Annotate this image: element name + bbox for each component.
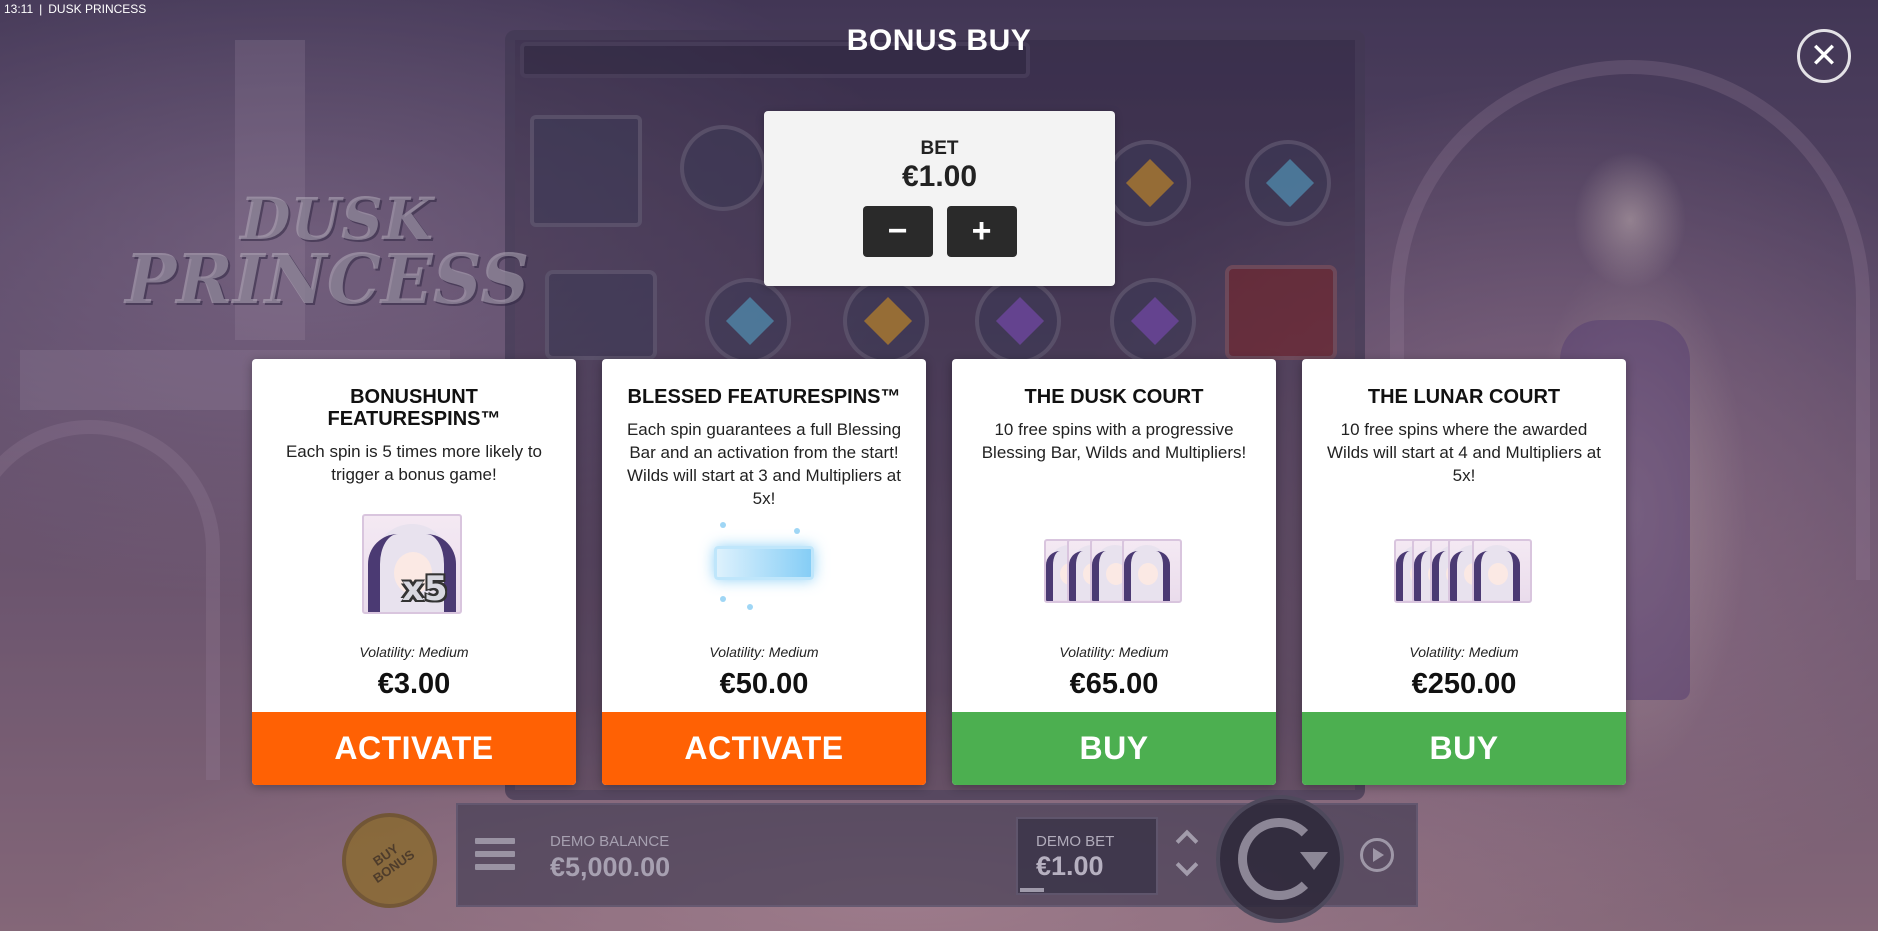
chevron-down-icon[interactable]: [1175, 853, 1199, 877]
dusk-court-artwork: [952, 514, 1276, 624]
buy-bonus-button[interactable]: BUY BONUS: [342, 813, 437, 908]
offer-description: Each spin guarantees a full Blessing Bar…: [626, 420, 902, 508]
princess-portrait-icon: [1122, 539, 1182, 603]
lunar-court-artwork: [1302, 514, 1626, 624]
bet-panel: BET €1.00 − +: [764, 111, 1115, 286]
offer-description: 10 free spins where the awarded Wilds wi…: [1327, 420, 1601, 485]
offer-title: THE LUNAR COURT: [1367, 386, 1561, 408]
bonushunt-artwork: x5: [252, 514, 576, 624]
offer-volatility: Volatility: Medium: [709, 644, 819, 660]
princess-portrait-icon: [1472, 539, 1532, 603]
demo-bet-value: €1.00: [1036, 851, 1104, 881]
clock-time: 13:11: [4, 2, 34, 16]
demo-bet-label: DEMO BET: [1036, 833, 1115, 850]
offer-price: €50.00: [719, 668, 809, 700]
sparkle-icon: [747, 604, 753, 610]
chevron-up-icon[interactable]: [1175, 829, 1199, 853]
status-bar: 13:11 | DUSK PRINCESS: [4, 2, 146, 16]
buy-bonus-label: BUY BONUS: [369, 840, 417, 886]
offer-card-blessed: BLESSED FEATURESPINS™ Each spin guarante…: [602, 359, 926, 785]
bet-value: €1.00: [901, 160, 978, 193]
spin-arrow-icon: [1300, 852, 1328, 870]
autoplay-icon[interactable]: [1360, 838, 1394, 872]
close-icon: ✕: [1809, 37, 1839, 75]
demo-balance-value: €5,000.00: [550, 852, 671, 882]
offer-volatility: Volatility: Medium: [359, 644, 469, 660]
close-button[interactable]: ✕: [1797, 29, 1851, 83]
offer-title: BONUSHUNT FEATURESPINS™: [327, 386, 501, 430]
offer-card-lunar-court: THE LUNAR COURT 10 free spins where the …: [1302, 359, 1626, 785]
menu-icon[interactable]: [475, 838, 515, 870]
blessing-bar-icon: [714, 546, 814, 580]
activate-bonushunt-button[interactable]: ACTIVATE: [252, 712, 576, 785]
offer-title: THE DUSK COURT: [1024, 386, 1204, 408]
bet-label: BET: [920, 138, 959, 159]
status-separator: |: [39, 2, 43, 16]
increase-bet-button[interactable]: +: [946, 206, 1017, 257]
decrease-bet-button[interactable]: −: [862, 206, 933, 257]
offer-volatility: Volatility: Medium: [1409, 644, 1519, 660]
demo-balance-label: DEMO BALANCE: [550, 833, 670, 850]
offer-volatility: Volatility: Medium: [1059, 644, 1169, 660]
buy-lunar-court-button[interactable]: BUY: [1302, 712, 1626, 785]
sparkle-icon: [794, 528, 800, 534]
game-name: DUSK PRINCESS: [48, 2, 147, 16]
offer-card-dusk-court: THE DUSK COURT 10 free spins with a prog…: [952, 359, 1276, 785]
blessing-bar-artwork: [602, 514, 926, 624]
offer-description: Each spin is 5 times more likely to trig…: [285, 442, 543, 484]
plus-icon: +: [971, 212, 992, 250]
offer-price: €3.00: [377, 668, 451, 700]
bonus-buy-title: BONUS BUY: [846, 24, 1032, 57]
bet-adjust-arrows[interactable]: [1170, 825, 1206, 885]
bet-controls: − +: [764, 206, 1115, 257]
minus-icon: −: [887, 212, 908, 250]
sparkle-icon: [720, 596, 726, 602]
offer-price: €250.00: [1411, 668, 1517, 700]
multiplier-badge: x5: [402, 569, 448, 609]
offer-title: BLESSED FEATURESPINS™: [627, 386, 901, 408]
offer-card-bonushunt: BONUSHUNT FEATURESPINS™ Each spin is 5 t…: [252, 359, 576, 785]
sparkle-icon: [720, 522, 726, 528]
activate-blessed-button[interactable]: ACTIVATE: [602, 712, 926, 785]
offer-price: €65.00: [1069, 668, 1159, 700]
buy-dusk-court-button[interactable]: BUY: [952, 712, 1276, 785]
offer-description: 10 free spins with a progressive Blessin…: [981, 420, 1247, 462]
demo-bet-progress: [1020, 888, 1044, 892]
